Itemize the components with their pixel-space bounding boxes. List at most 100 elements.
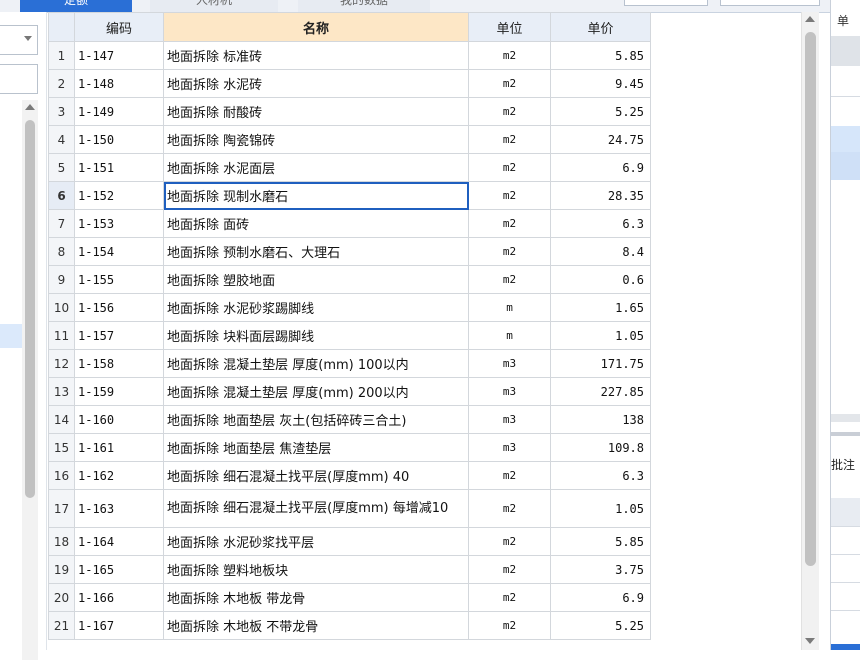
price-cell[interactable]: 1.65: [550, 293, 651, 322]
unit-cell[interactable]: m2: [468, 69, 551, 98]
unit-cell[interactable]: m2: [468, 527, 551, 556]
price-column-header[interactable]: 单价: [550, 12, 651, 42]
right-panel-row[interactable]: [831, 126, 860, 152]
table-row[interactable]: 18 1-164 地面拆除 水泥砂浆找平层 m2 5.85: [48, 527, 651, 556]
table-row[interactable]: 9 1-155 地面拆除 塑胶地面 m2 0.6: [48, 265, 651, 294]
table-row[interactable]: 8 1-154 地面拆除 预制水磨石、大理石 m2 8.4: [48, 237, 651, 266]
name-cell[interactable]: 地面拆除 地面垫层 焦渣垫层: [163, 433, 469, 462]
price-cell[interactable]: 28.35: [550, 181, 651, 210]
name-cell[interactable]: 地面拆除 水泥砂浆找平层: [163, 527, 469, 556]
name-cell[interactable]: 地面拆除 细石混凝土找平层(厚度mm) 40: [163, 461, 469, 490]
tree-search-input[interactable]: [0, 64, 38, 94]
unit-cell[interactable]: m2: [468, 125, 551, 154]
unit-cell[interactable]: m2: [468, 583, 551, 612]
name-cell[interactable]: 地面拆除 预制水磨石、大理石: [163, 237, 469, 266]
comment-row[interactable]: [831, 526, 860, 555]
unit-cell[interactable]: m2: [468, 611, 551, 640]
code-cell[interactable]: 1-147: [74, 41, 164, 70]
name-cell[interactable]: 地面拆除 耐酸砖: [163, 97, 469, 126]
price-cell[interactable]: 6.9: [550, 583, 651, 612]
price-cell[interactable]: 5.85: [550, 41, 651, 70]
price-cell[interactable]: 24.75: [550, 125, 651, 154]
code-cell[interactable]: 1-160: [74, 405, 164, 434]
unit-cell[interactable]: m2: [468, 97, 551, 126]
name-cell[interactable]: 地面拆除 塑料地板块: [163, 555, 469, 584]
scroll-thumb[interactable]: [805, 32, 816, 566]
table-row[interactable]: 13 1-159 地面拆除 混凝土垫层 厚度(mm) 200以内 m3 227.85: [48, 377, 651, 406]
unit-column-header[interactable]: 单位: [468, 12, 551, 42]
name-cell[interactable]: 地面拆除 水泥面层: [163, 153, 469, 182]
table-row[interactable]: 4 1-150 地面拆除 陶瓷锦砖 m2 24.75: [48, 125, 651, 154]
price-cell[interactable]: 5.25: [550, 97, 651, 126]
name-cell[interactable]: 地面拆除 塑胶地面: [163, 265, 469, 294]
table-row[interactable]: 21 1-167 地面拆除 木地板 不带龙骨 m2 5.25: [48, 611, 651, 640]
unit-cell[interactable]: m2: [468, 153, 551, 182]
code-cell[interactable]: 1-157: [74, 321, 164, 350]
table-row[interactable]: 17 1-163 地面拆除 细石混凝土找平层(厚度mm) 每增减10 m2 1.05: [48, 489, 651, 528]
unit-cell[interactable]: m2: [468, 461, 551, 490]
name-cell[interactable]: 地面拆除 细石混凝土找平层(厚度mm) 每增减10: [163, 489, 469, 528]
tree-selected-item[interactable]: [0, 324, 22, 348]
price-cell[interactable]: 3.75: [550, 555, 651, 584]
scroll-up-icon[interactable]: [805, 16, 815, 22]
code-cell[interactable]: 1-166: [74, 583, 164, 612]
price-cell[interactable]: 6.9: [550, 153, 651, 182]
price-cell[interactable]: 109.8: [550, 433, 651, 462]
name-cell[interactable]: 地面拆除 地面垫层 灰土(包括碎砖三合土): [163, 405, 469, 434]
name-column-header[interactable]: 名称: [163, 12, 469, 42]
unit-cell[interactable]: m2: [468, 555, 551, 584]
name-cell[interactable]: 地面拆除 现制水磨石: [163, 181, 469, 210]
price-cell[interactable]: 1.05: [550, 321, 651, 350]
code-cell[interactable]: 1-155: [74, 265, 164, 294]
code-cell[interactable]: 1-162: [74, 461, 164, 490]
name-cell[interactable]: 地面拆除 陶瓷锦砖: [163, 125, 469, 154]
name-cell[interactable]: 地面拆除 混凝土垫层 厚度(mm) 200以内: [163, 377, 469, 406]
code-cell[interactable]: 1-151: [74, 153, 164, 182]
table-row[interactable]: 19 1-165 地面拆除 塑料地板块 m2 3.75: [48, 555, 651, 584]
scroll-thumb[interactable]: [25, 120, 35, 498]
name-cell[interactable]: 地面拆除 木地板 带龙骨: [163, 583, 469, 612]
price-cell[interactable]: 138: [550, 405, 651, 434]
code-cell[interactable]: 1-167: [74, 611, 164, 640]
table-row[interactable]: 3 1-149 地面拆除 耐酸砖 m2 5.25: [48, 97, 651, 126]
table-row[interactable]: 11 1-157 地面拆除 块料面层踢脚线 m 1.05: [48, 321, 651, 350]
name-cell[interactable]: 地面拆除 混凝土垫层 厚度(mm) 100以内: [163, 349, 469, 378]
table-row[interactable]: 14 1-160 地面拆除 地面垫层 灰土(包括碎砖三合土) m3 138: [48, 405, 651, 434]
price-cell[interactable]: 227.85: [550, 377, 651, 406]
table-row[interactable]: 7 1-153 地面拆除 面砖 m2 6.3: [48, 209, 651, 238]
top-field-2[interactable]: [720, 0, 820, 6]
comment-row[interactable]: [831, 554, 860, 583]
code-cell[interactable]: 1-158: [74, 349, 164, 378]
code-cell[interactable]: 1-165: [74, 555, 164, 584]
code-cell[interactable]: 1-164: [74, 527, 164, 556]
code-cell[interactable]: 1-159: [74, 377, 164, 406]
name-cell[interactable]: 地面拆除 标准砖: [163, 41, 469, 70]
name-cell[interactable]: 地面拆除 面砖: [163, 209, 469, 238]
table-row[interactable]: 16 1-162 地面拆除 细石混凝土找平层(厚度mm) 40 m2 6.3: [48, 461, 651, 490]
table-row[interactable]: 5 1-151 地面拆除 水泥面层 m2 6.9: [48, 153, 651, 182]
table-scrollbar[interactable]: [801, 12, 819, 650]
unit-cell[interactable]: m2: [468, 237, 551, 266]
table-row[interactable]: 1 1-147 地面拆除 标准砖 m2 5.85: [48, 41, 651, 70]
comment-row[interactable]: [831, 582, 860, 611]
tab-quota[interactable]: 定额: [20, 0, 132, 12]
category-dropdown[interactable]: [0, 25, 38, 55]
price-cell[interactable]: 0.6: [550, 265, 651, 294]
unit-cell[interactable]: m3: [468, 349, 551, 378]
unit-cell[interactable]: m: [468, 321, 551, 350]
unit-cell[interactable]: m2: [468, 209, 551, 238]
code-cell[interactable]: 1-150: [74, 125, 164, 154]
top-field-1[interactable]: [624, 0, 708, 6]
table-row[interactable]: 2 1-148 地面拆除 水泥砖 m2 9.45: [48, 69, 651, 98]
price-cell[interactable]: 171.75: [550, 349, 651, 378]
name-cell[interactable]: 地面拆除 水泥砖: [163, 69, 469, 98]
table-row[interactable]: 15 1-161 地面拆除 地面垫层 焦渣垫层 m3 109.8: [48, 433, 651, 462]
code-cell[interactable]: 1-161: [74, 433, 164, 462]
name-cell[interactable]: 地面拆除 水泥砂浆踢脚线: [163, 293, 469, 322]
price-cell[interactable]: 5.85: [550, 527, 651, 556]
unit-cell[interactable]: m2: [468, 181, 551, 210]
table-row[interactable]: 10 1-156 地面拆除 水泥砂浆踢脚线 m 1.65: [48, 293, 651, 322]
code-cell[interactable]: 1-156: [74, 293, 164, 322]
code-cell[interactable]: 1-153: [74, 209, 164, 238]
code-cell[interactable]: 1-149: [74, 97, 164, 126]
